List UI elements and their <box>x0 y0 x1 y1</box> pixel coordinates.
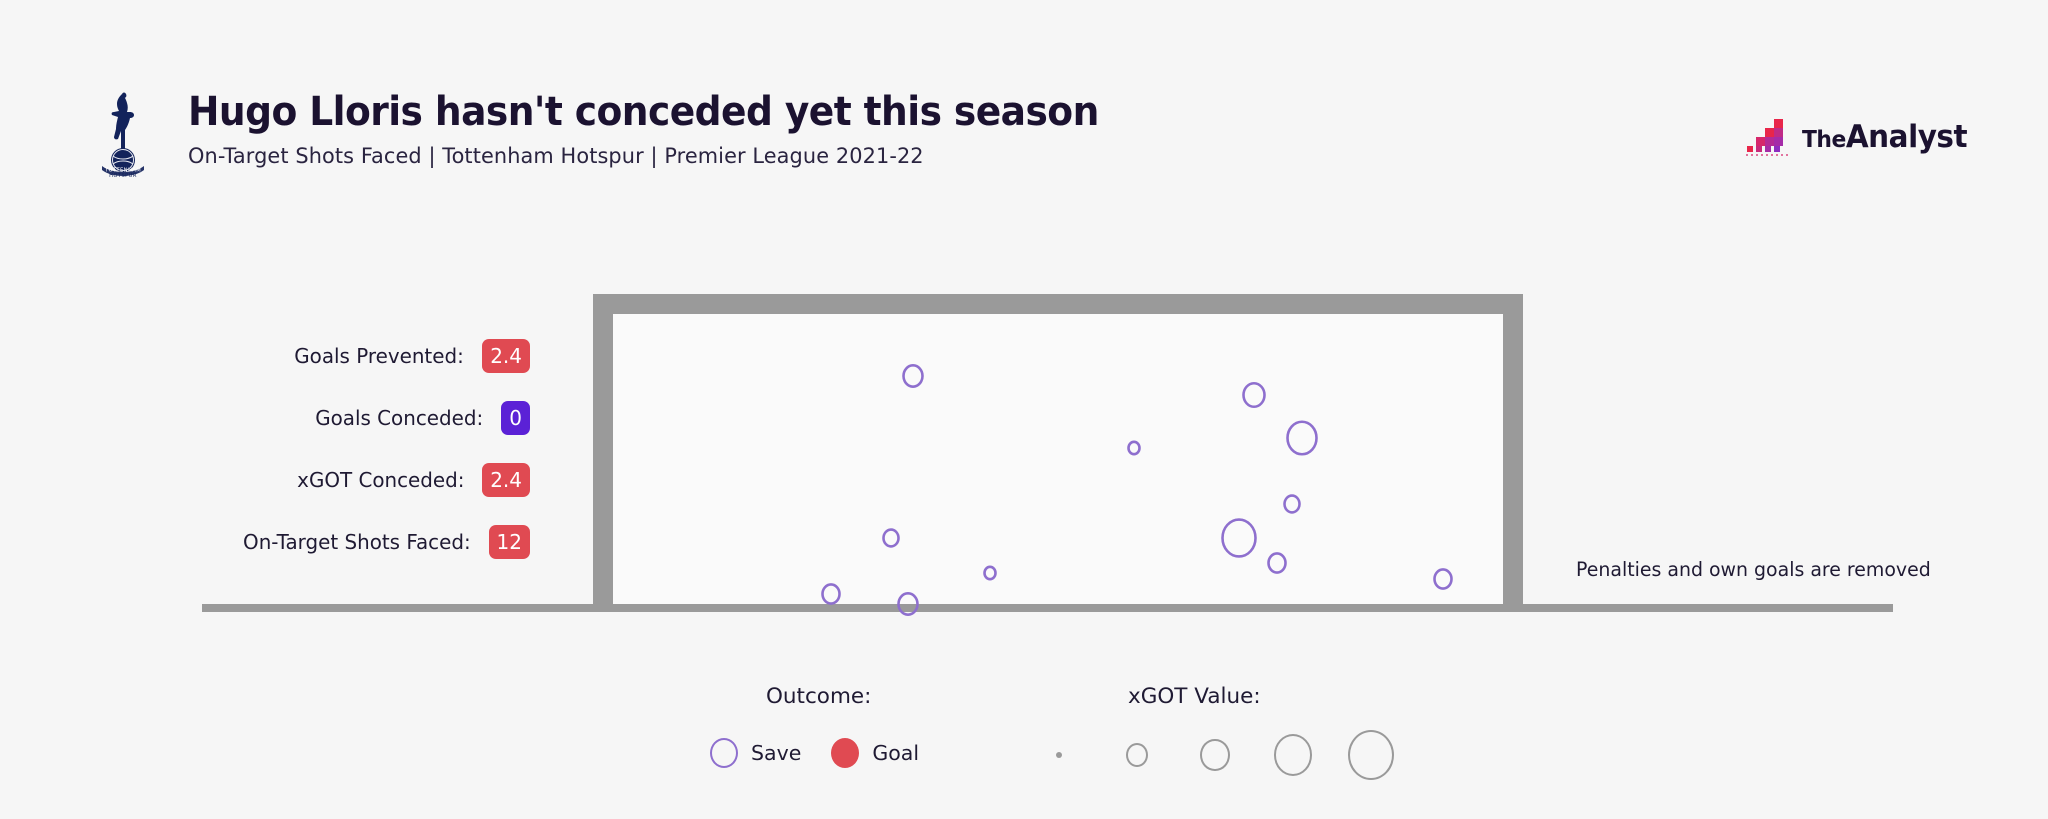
title-block: Hugo Lloris hasn't conceded yet this sea… <box>188 92 1157 169</box>
legend-item-goal[interactable]: Goal <box>831 738 919 768</box>
goal-mouth-area <box>613 314 1503 604</box>
chart-header: TOTTENHAM HOTSPUR Hugo Lloris hasn't con… <box>0 0 2048 210</box>
stat-badge-goals-prevented: 2.4 <box>482 339 530 373</box>
legend-size-circle-icon <box>1348 729 1394 781</box>
shot-marker[interactable] <box>983 565 997 581</box>
stat-row-goals-prevented: Goals Prevented: 2.4 <box>120 325 530 387</box>
right-goalpost <box>1503 294 1523 612</box>
legend-xgot-heading: xGOT Value: <box>1128 684 1261 709</box>
shot-marker[interactable] <box>897 592 919 616</box>
svg-text:HOTSPUR: HOTSPUR <box>109 173 137 178</box>
brand-analyst-text: Analyst <box>1846 119 1968 155</box>
chart-canvas: TOTTENHAM HOTSPUR Hugo Lloris hasn't con… <box>0 0 2048 819</box>
stat-row-xgot-conceded: xGOT Conceded: 2.4 <box>120 449 530 511</box>
stat-row-on-target-shots-faced: On-Target Shots Faced: 12 <box>120 511 530 573</box>
legend-size-slot <box>1176 728 1254 782</box>
stat-badge-xgot-conceded: 2.4 <box>482 463 530 497</box>
tottenham-hotspur-crest-icon: TOTTENHAM HOTSPUR <box>92 90 154 179</box>
legend-item-save[interactable]: Save <box>710 738 801 768</box>
shot-marker[interactable] <box>902 364 924 388</box>
chart-legend: Outcome: xGOT Value: Save Goal <box>0 676 2048 796</box>
shot-marker[interactable] <box>1221 518 1257 558</box>
shot-marker[interactable] <box>882 528 900 548</box>
stat-badge-goals-conceded: 0 <box>501 401 530 435</box>
legend-size-circle-icon <box>1126 743 1148 767</box>
the-analyst-bars-icon <box>1744 115 1790 159</box>
brand-the-text: The <box>1802 127 1847 153</box>
stat-label-on-target-shots-faced: On-Target Shots Faced: <box>242 530 471 554</box>
shot-marker[interactable] <box>1267 552 1287 574</box>
page-subtitle: On-Target Shots Faced | Tottenham Hotspu… <box>188 144 924 169</box>
legend-size-circle-icon <box>1200 738 1230 772</box>
stat-label-goals-conceded: Goals Conceded: <box>315 406 484 430</box>
shot-marker-layer <box>821 364 1453 616</box>
chart-footnote: Penalties and own goals are removed <box>1576 558 1931 581</box>
legend-xgot-size-scale <box>1020 728 1410 782</box>
legend-size-slot <box>1020 728 1098 782</box>
legend-outcome-items: Save Goal <box>710 738 919 768</box>
stat-label-xgot-conceded: xGOT Conceded: <box>296 468 465 492</box>
stat-label-goals-prevented: Goals Prevented: <box>294 344 465 368</box>
shot-marker[interactable] <box>1283 494 1301 514</box>
page-title: Hugo Lloris hasn't conceded yet this sea… <box>188 89 1099 135</box>
crossbar <box>593 294 1523 314</box>
legend-size-dot-icon <box>1056 752 1062 758</box>
stat-badge-on-target-shots-faced: 12 <box>488 525 530 559</box>
legend-label-save: Save <box>751 741 802 765</box>
shot-marker[interactable] <box>821 583 841 605</box>
legend-label-goal: Goal <box>872 741 920 765</box>
the-analyst-logo[interactable]: TheAnalyst <box>1744 115 1976 159</box>
legend-size-slot <box>1332 728 1410 782</box>
shot-marker[interactable] <box>1127 440 1141 456</box>
stats-panel: Goals Prevented: 2.4 Goals Conceded: 0 x… <box>120 325 530 573</box>
goal-marker-icon <box>831 738 860 768</box>
shot-marker[interactable] <box>1286 420 1318 456</box>
ground-line <box>202 604 1893 612</box>
legend-size-slot <box>1254 728 1332 782</box>
shot-marker[interactable] <box>1433 568 1453 590</box>
save-marker-icon <box>710 738 738 768</box>
legend-size-slot <box>1098 728 1176 782</box>
the-analyst-wordmark: TheAnalyst <box>1802 119 1968 155</box>
stat-row-goals-conceded: Goals Conceded: 0 <box>120 387 530 449</box>
legend-size-circle-icon <box>1274 734 1312 776</box>
legend-outcome-heading: Outcome: <box>766 684 872 709</box>
shot-marker[interactable] <box>1242 381 1266 409</box>
left-goalpost <box>593 294 613 612</box>
